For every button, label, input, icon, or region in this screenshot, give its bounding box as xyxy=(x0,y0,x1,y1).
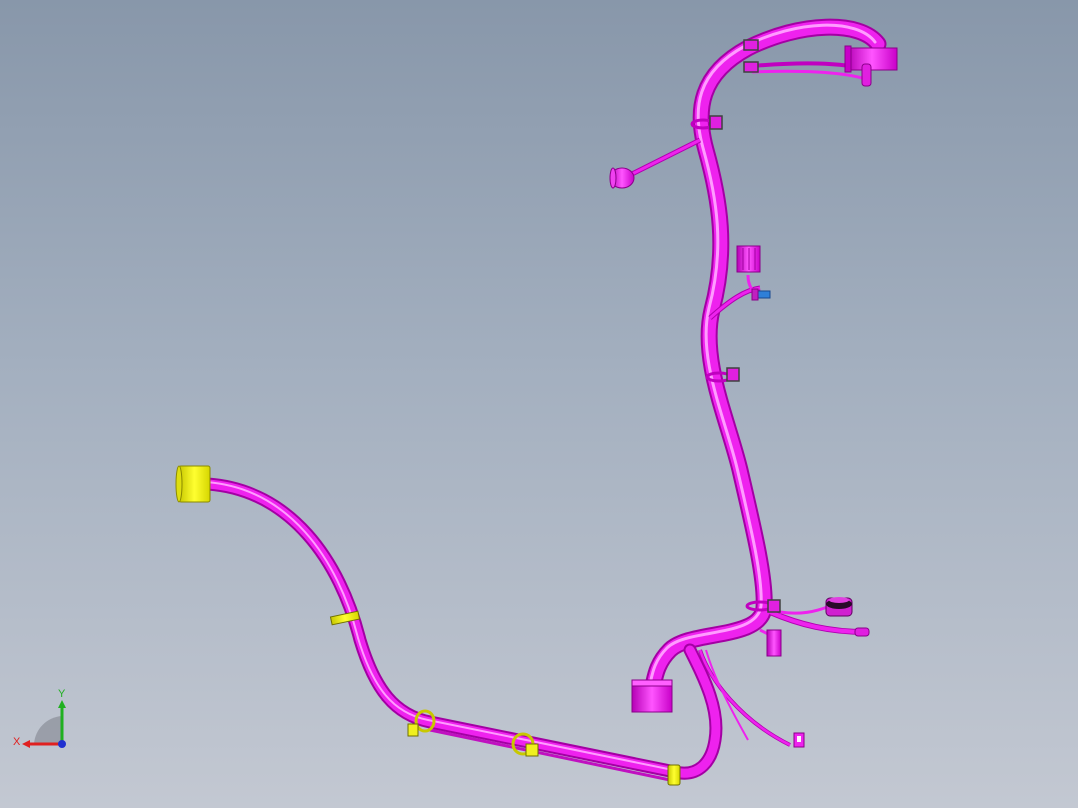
harness-model[interactable] xyxy=(0,0,1078,808)
graphics-viewport[interactable]: Y X xyxy=(0,0,1078,808)
x-axis-label: X xyxy=(13,736,21,748)
coordinate-triad: Y X xyxy=(13,688,66,748)
yellow-end-connector[interactable] xyxy=(175,465,211,503)
junction-block[interactable] xyxy=(766,629,782,657)
round-connector[interactable] xyxy=(609,167,635,189)
top-connector[interactable] xyxy=(844,45,898,87)
z-axis-dot xyxy=(58,740,66,748)
left-branch[interactable] xyxy=(201,477,723,782)
bottom-box-connector[interactable] xyxy=(631,679,673,713)
blue-terminal[interactable] xyxy=(751,288,771,301)
y-axis-label: Y xyxy=(58,688,66,700)
mid-connector[interactable] xyxy=(736,245,761,273)
small-bottom-connector[interactable] xyxy=(793,732,805,748)
yellow-clip-4[interactable] xyxy=(667,764,681,786)
rod-end[interactable] xyxy=(854,627,870,637)
round-connector-branch[interactable] xyxy=(626,137,702,179)
main-trunk[interactable] xyxy=(643,18,887,699)
dark-round-connector[interactable] xyxy=(825,597,853,617)
